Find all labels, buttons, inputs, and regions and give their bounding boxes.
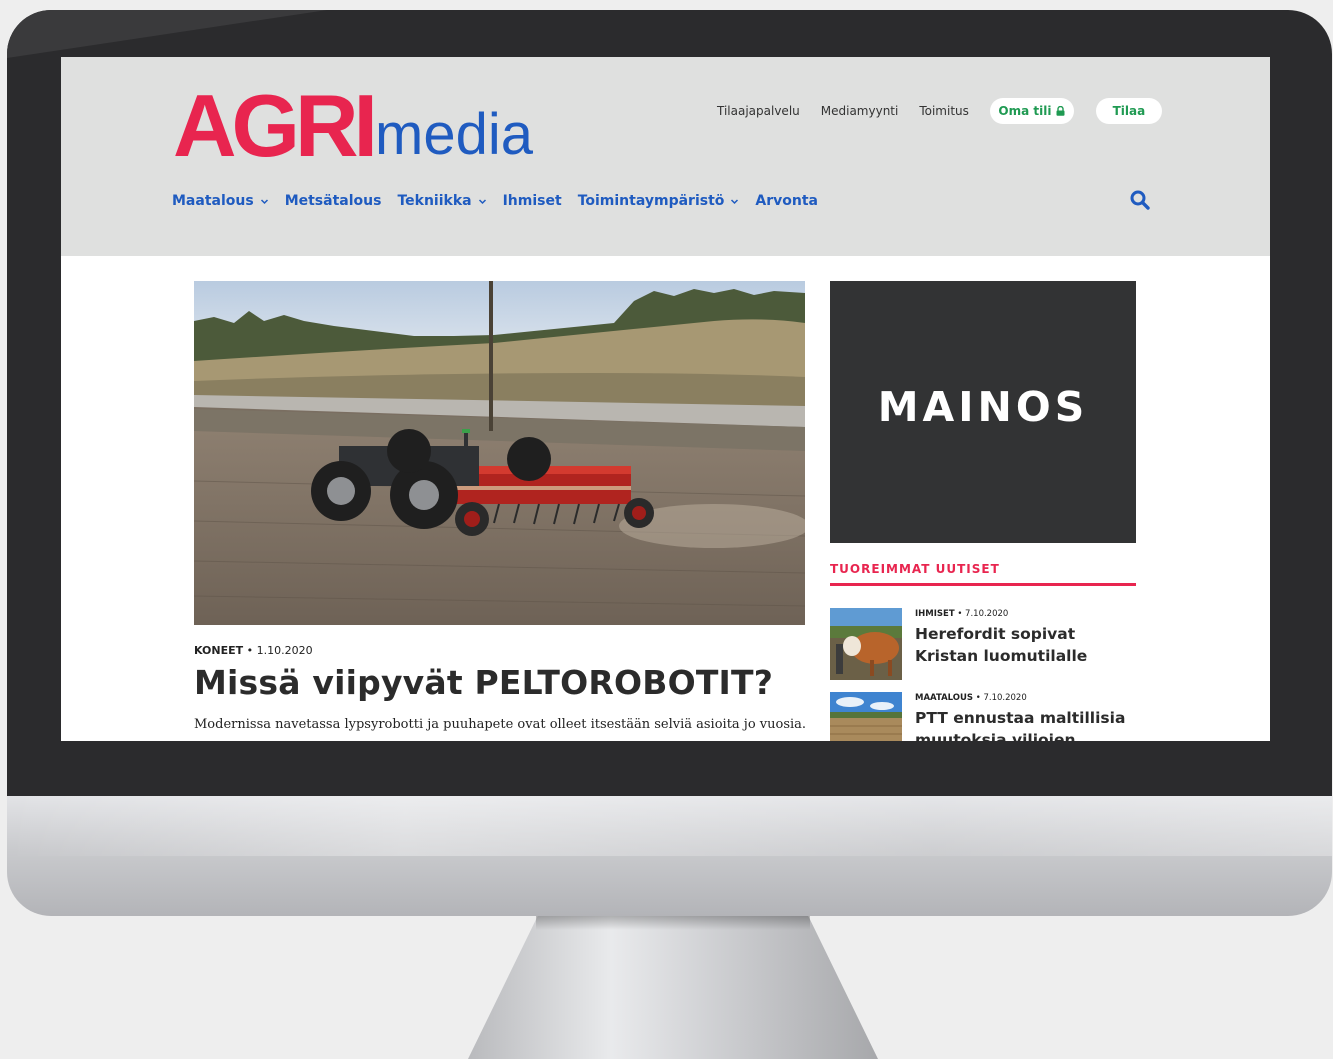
article-category[interactable]: KONEET — [194, 644, 243, 657]
site-header: AGRI media Tilaajapalvelu Mediamyynti To… — [61, 57, 1270, 256]
cow-photo — [830, 608, 902, 680]
link-editorial[interactable]: Toimitus — [919, 104, 969, 118]
main-nav: Maatalous Metsätalous Tekniikka Ihmiset … — [172, 193, 834, 209]
monitor-stand — [468, 916, 878, 1059]
news-date: 7.10.2020 — [965, 609, 1009, 619]
tractor-field-photo — [194, 281, 805, 625]
latest-news-heading: TUOREIMMAT UUTISET — [830, 562, 1000, 576]
nav-item-arvonta[interactable]: Arvonta — [755, 193, 818, 209]
nav-label: Arvonta — [755, 193, 818, 209]
article-hero-image[interactable] — [194, 281, 805, 625]
lock-icon — [1056, 106, 1065, 116]
account-button-label: Oma tili — [998, 104, 1052, 118]
news-category[interactable]: IHMISET — [915, 609, 955, 619]
chevron-down-icon — [478, 198, 486, 204]
top-links: Tilaajapalvelu Mediamyynti Toimitus Oma … — [717, 98, 1162, 124]
article-lead: Modernissa navetassa lypsyrobotti ja puu… — [194, 717, 807, 732]
news-title[interactable]: PTT ennustaa maltillisia muutoksia viljo… — [915, 707, 1139, 741]
chevron-down-icon — [260, 198, 268, 204]
nav-item-metsatalous[interactable]: Metsätalous — [285, 193, 382, 209]
meta-separator: • — [957, 609, 963, 619]
logo-agri: AGRI — [173, 76, 378, 175]
meta-separator: • — [246, 644, 254, 657]
news-title[interactable]: Herefordit sopivat Kristan luomutilalle — [915, 623, 1139, 667]
latest-news-divider — [830, 583, 1136, 586]
frame-glare — [7, 10, 327, 58]
link-subscriber-service[interactable]: Tilaajapalvelu — [717, 104, 800, 118]
ad-banner[interactable]: MAINOS — [830, 281, 1136, 543]
meta-separator: • — [975, 693, 981, 703]
monitor-chin — [7, 796, 1332, 916]
news-thumbnail — [830, 692, 902, 741]
article-meta: KONEET • 1.10.2020 — [194, 644, 313, 657]
nav-label: Tekniikka — [397, 193, 472, 209]
logo-media: media — [375, 102, 533, 167]
news-thumbnail — [830, 608, 902, 680]
nav-label: Ihmiset — [502, 193, 562, 209]
nav-label: Metsätalous — [284, 193, 382, 209]
news-meta: MAATALOUS • 7.10.2020 — [915, 693, 1027, 703]
subscribe-button[interactable]: Tilaa — [1095, 98, 1162, 124]
link-media-sales[interactable]: Mediamyynti — [821, 104, 899, 118]
nav-label: Maatalous — [172, 193, 254, 209]
chin-highlight — [7, 796, 1332, 856]
ad-label: MAINOS — [877, 383, 1089, 431]
article-title[interactable]: Missä viipyvät PELTOROBOTIT? — [194, 663, 773, 702]
nav-item-tekniikka[interactable]: Tekniikka — [397, 193, 486, 209]
chevron-down-icon — [731, 198, 739, 204]
article-date: 1.10.2020 — [256, 644, 313, 657]
nav-item-toimintaymparisto[interactable]: Toimintaympäristö — [578, 193, 740, 209]
news-item[interactable]: IHMISET • 7.10.2020 Herefordit sopivat K… — [830, 608, 1136, 683]
nav-item-ihmiset[interactable]: Ihmiset — [503, 193, 562, 209]
nav-item-maatalous[interactable]: Maatalous — [172, 193, 269, 209]
news-item[interactable]: MAATALOUS • 7.10.2020 PTT ennustaa malti… — [830, 692, 1136, 741]
news-date: 7.10.2020 — [983, 693, 1027, 703]
screen: AGRI media Tilaajapalvelu Mediamyynti To… — [61, 57, 1270, 741]
nav-label: Toimintaympäristö — [577, 193, 725, 209]
account-button[interactable]: Oma tili — [989, 98, 1074, 124]
news-category[interactable]: MAATALOUS — [915, 693, 973, 703]
search-icon[interactable] — [1130, 190, 1150, 210]
news-meta: IHMISET • 7.10.2020 — [915, 609, 1008, 619]
site-logo[interactable]: AGRI media — [173, 76, 533, 175]
stand-shadow — [536, 916, 810, 930]
grain-field-photo — [830, 692, 902, 741]
